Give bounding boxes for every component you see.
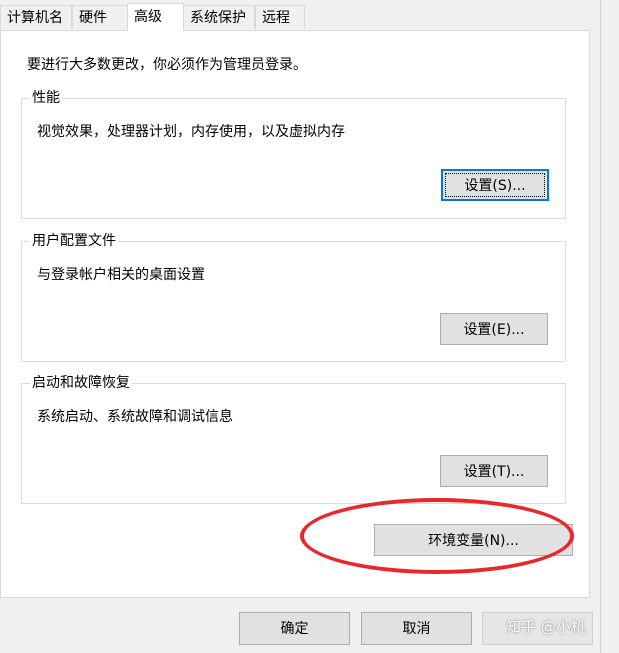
user-profiles-description: 与登录帐户相关的桌面设置: [37, 267, 205, 283]
window-edge-divider: [600, 0, 601, 653]
performance-settings-button[interactable]: 设置(S)...: [441, 169, 549, 201]
tab-computer-name[interactable]: 计算机名: [0, 5, 72, 29]
user-profiles-title: 用户配置文件: [30, 230, 118, 250]
performance-title: 性能: [30, 87, 62, 107]
tab-hardware[interactable]: 硬件: [72, 5, 128, 29]
ok-button[interactable]: 确定: [239, 612, 350, 645]
user-profiles-settings-button[interactable]: 设置(E)...: [440, 313, 548, 345]
tab-strip: 计算机名 硬件 高级 系统保护 远程: [0, 0, 619, 31]
tab-remote[interactable]: 远程: [255, 5, 305, 29]
user-profiles-group: 用户配置文件 与登录帐户相关的桌面设置 设置(E)...: [21, 230, 566, 362]
startup-recovery-title: 启动和故障恢复: [30, 372, 132, 392]
performance-description: 视觉效果，处理器计划，内存使用，以及虚拟内存: [37, 124, 345, 140]
cancel-button[interactable]: 取消: [361, 612, 472, 645]
highlight-oval: [300, 498, 574, 574]
startup-recovery-group: 启动和故障恢复 系统启动、系统故障和调试信息 设置(T)...: [21, 372, 566, 504]
admin-note: 要进行大多数更改，你必须作为管理员登录。: [27, 57, 307, 73]
startup-recovery-description: 系统启动、系统故障和调试信息: [37, 409, 233, 425]
tab-system-protection[interactable]: 系统保护: [183, 5, 255, 29]
tab-advanced[interactable]: 高级: [127, 3, 184, 31]
watermark: 知乎 @小机: [506, 618, 586, 636]
performance-group: 性能 视觉效果，处理器计划，内存使用，以及虚拟内存 设置(S)...: [21, 87, 566, 219]
startup-recovery-settings-button[interactable]: 设置(T)...: [440, 455, 548, 487]
